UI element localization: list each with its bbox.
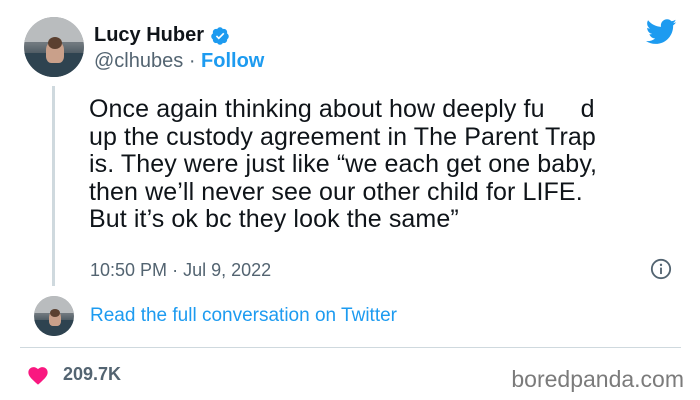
like-count: 209.7K	[63, 364, 122, 384]
user-handle[interactable]: @clhubes	[94, 50, 183, 72]
verified-badge-icon	[211, 26, 229, 45]
avatar-hair	[48, 37, 62, 49]
read-conversation-link[interactable]: Read the full conversation on Twitter	[90, 305, 397, 327]
user-name[interactable]: Lucy Huber	[94, 24, 204, 47]
follow-button[interactable]: Follow	[201, 50, 264, 72]
user-name-row[interactable]: Lucy Huber	[94, 24, 230, 47]
heart-icon[interactable]	[27, 365, 49, 385]
handle-row: @clhubes · Follow	[94, 50, 264, 73]
date-separator: ·	[172, 260, 179, 280]
twitter-bird-icon[interactable]	[646, 19, 677, 45]
avatar-small-hair	[50, 309, 60, 317]
handle-separator: ·	[188, 50, 196, 72]
like-button[interactable]: 209.7K	[27, 364, 121, 385]
redaction-block	[542, 100, 583, 121]
divider	[20, 347, 681, 348]
avatar-small[interactable]	[34, 296, 74, 336]
watermark: boredpanda.com	[511, 366, 684, 392]
tweet-timestamp[interactable]: 10:50 PM · Jul 9, 2022	[90, 260, 271, 281]
tweet-text-start: Once again thinking about how deeply fu	[89, 95, 545, 123]
tweet-time: 10:50 PM	[90, 260, 168, 280]
info-icon[interactable]	[650, 258, 672, 280]
avatar[interactable]	[24, 17, 84, 77]
tweet-text: Once again thinking about how deeply fu d…	[89, 95, 689, 234]
tweet-date: Jul 9, 2022	[183, 260, 272, 280]
thread-line	[52, 86, 55, 286]
